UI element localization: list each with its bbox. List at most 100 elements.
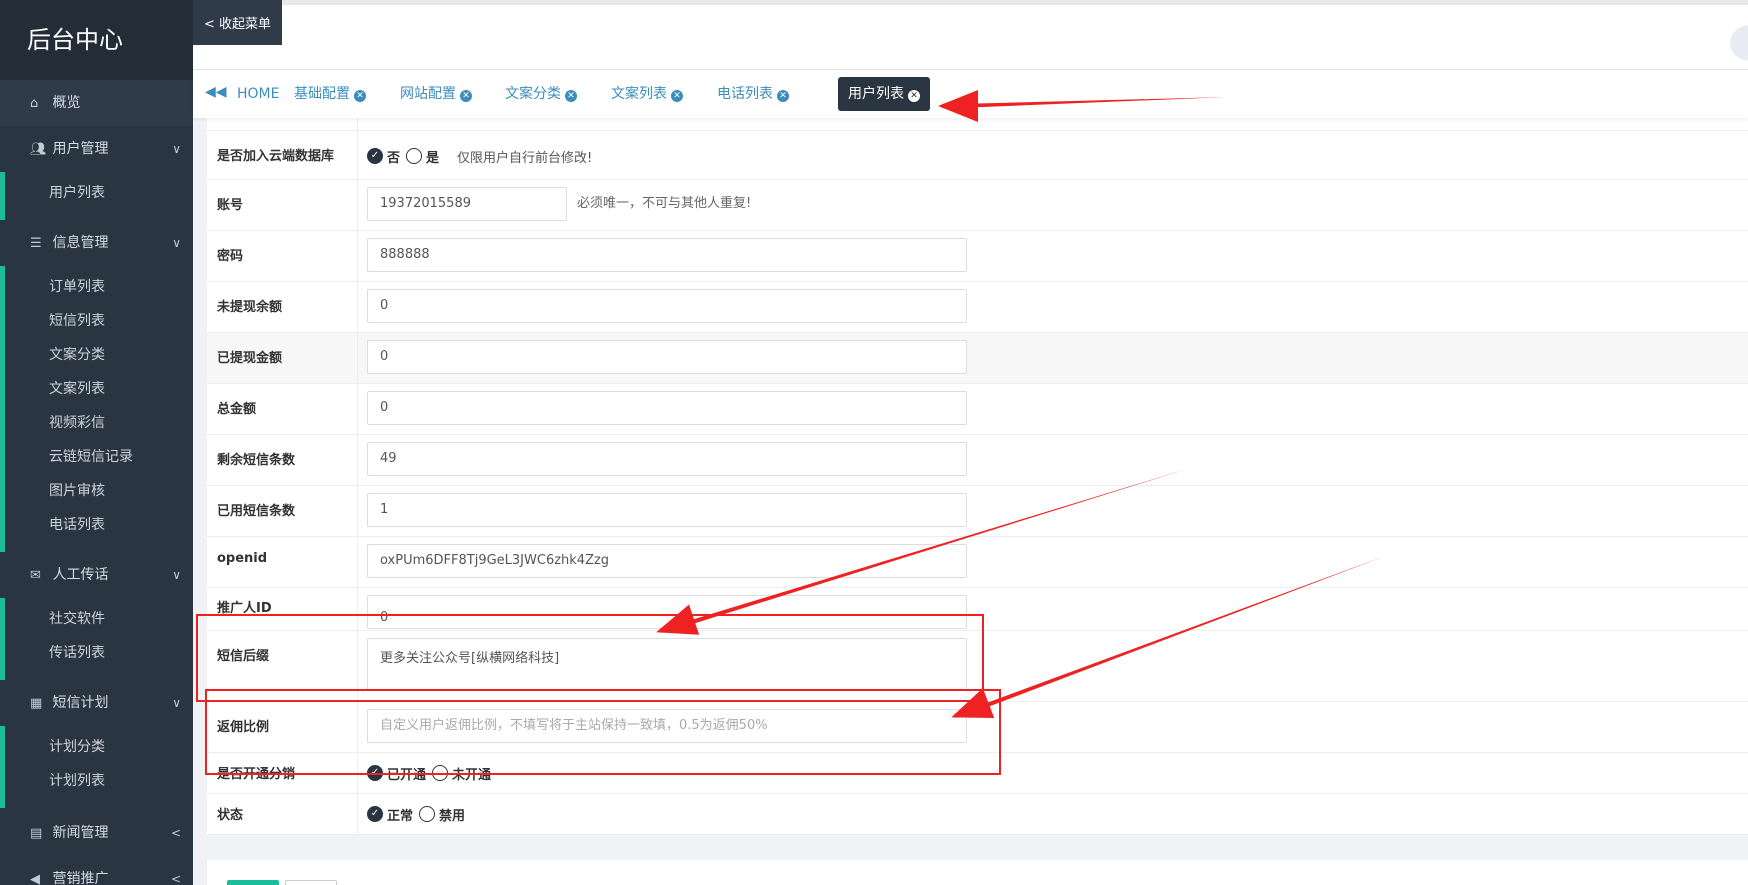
form-row-cloud: 是否加入云端数据库 ✓ 否 是 仅限用户自行前台修改! [207, 131, 1748, 180]
tab-label: 基础配置 [294, 86, 350, 102]
sidebar-item-video-mms[interactable]: 视频彩信 [0, 406, 193, 440]
sidebar-group-plan: ▦ 短信计划 ∨ 计划分类 计划列表 [0, 680, 193, 808]
sidebar-item-social[interactable]: 社交软件 [0, 602, 193, 636]
tab-label: 文案列表 [611, 86, 667, 102]
sidebar: 后台中心 ⌂ 概览 👥︎ 用户管理 ∨ 用户列表 ☰ 信息管理 ∨ 订单列表 短… [0, 0, 193, 885]
sidebar-item-plan-list[interactable]: 计划列表 [0, 764, 193, 798]
user-avatar[interactable] [1730, 25, 1748, 61]
sidebar-item-copy-list[interactable]: 文案列表 [0, 372, 193, 406]
sidebar-item-image-review[interactable]: 图片审核 [0, 474, 193, 508]
openid-label: openid [207, 537, 358, 587]
sidebar-item-marketing[interactable]: ◀ 营销推广 < [0, 856, 193, 885]
sidebar-group-header-plan[interactable]: ▦ 短信计划 ∨ [0, 680, 193, 726]
top-bar [193, 0, 1748, 70]
sidebar-group-info: ☰ 信息管理 ∨ 订单列表 短信列表 文案分类 文案列表 视频彩信 云链短信记录… [0, 220, 193, 552]
tab-bar: ◀◀ HOME 基础配置 ✕ 网站配置 ✕ 文案分类 ✕ 文案列表 ✕ 电话列表 ✕ 用户… [193, 70, 1748, 118]
radio-empty-icon [406, 148, 423, 164]
sidebar-group-header-relay[interactable]: ✉ 人工传话 ∨ [0, 552, 193, 598]
sidebar-item-phone-list[interactable]: 电话列表 [0, 508, 193, 542]
tab-label: 文案分类 [505, 86, 561, 102]
sms-left-input[interactable]: 49 [367, 442, 967, 476]
form-row-sms-left: 剩余短信条数 49 [207, 435, 1748, 486]
envelope-icon: ✉ [30, 568, 41, 583]
chevron-left-icon: < [170, 826, 181, 840]
close-icon[interactable]: ✕ [908, 90, 920, 102]
form-row-withdrawn: 已提现金额 0 [207, 333, 1748, 384]
chevron-down-icon: ∨ [172, 236, 181, 250]
sidebar-group-header-info[interactable]: ☰ 信息管理 ∨ [0, 220, 193, 266]
account-hint: 必须唯一，不可与其他人重复! [577, 196, 752, 211]
cloud-option-no[interactable]: ✓ 否 [367, 147, 400, 166]
sidebar-item-orders[interactable]: 订单列表 [0, 270, 193, 304]
submit-button[interactable] [227, 880, 279, 885]
openid-input[interactable]: oxPUm6DFF8Tj9GeL3JWC6zhk4Zzg [367, 544, 967, 578]
sidebar-item-label: 新闻管理 [52, 825, 109, 841]
status-option-disabled[interactable]: 禁用 [419, 805, 465, 824]
sidebar-group-relay: ✉ 人工传话 ∨ 社交软件 传话列表 [0, 552, 193, 680]
sidebar-item-relay-list[interactable]: 传话列表 [0, 636, 193, 670]
sidebar-group-header-users[interactable]: 👥︎ 用户管理 ∨ [0, 126, 193, 172]
unwithdrawn-label: 未提现余额 [207, 282, 358, 332]
collapse-menu-button[interactable]: < 收起菜单 [193, 0, 282, 45]
form-row-status: 状态 ✓ 正常 禁用 [207, 794, 1748, 835]
brand-title: 后台中心 [0, 0, 193, 80]
close-icon[interactable]: ✕ [777, 90, 789, 102]
form-row-sms-used: 已用短信条数 1 [207, 486, 1748, 537]
tab-copy-category[interactable]: 文案分类 ✕ [495, 77, 587, 111]
sms-left-label: 剩余短信条数 [207, 435, 358, 485]
sidebar-item-copy-category[interactable]: 文案分类 [0, 338, 193, 372]
sidebar-group-users: 👥︎ 用户管理 ∨ 用户列表 [0, 126, 193, 220]
sidebar-item-sms[interactable]: 短信列表 [0, 304, 193, 338]
sidebar-item-news[interactable]: ▤ 新闻管理 < [0, 810, 193, 856]
account-input[interactable]: 19372015589 [367, 187, 567, 221]
home-icon: ⌂ [30, 96, 39, 111]
sidebar-item-cloud-sms-log[interactable]: 云链短信记录 [0, 440, 193, 474]
sidebar-item-label: 概览 [52, 95, 81, 111]
cloud-note: 仅限用户自行前台修改! [457, 150, 593, 166]
total-label: 总金额 [207, 384, 358, 434]
newspaper-icon: ▤ [30, 826, 43, 841]
sms-used-input[interactable]: 1 [367, 493, 967, 527]
list-icon: ☰ [30, 236, 42, 251]
close-icon[interactable]: ✕ [354, 90, 366, 102]
sidebar-item-user-list[interactable]: 用户列表 [0, 176, 193, 210]
sms-used-label: 已用短信条数 [207, 486, 358, 536]
tab-scroll-left-icon[interactable]: ◀◀ [205, 84, 227, 100]
radio-checked-icon: ✓ [367, 806, 383, 822]
sidebar-item-plan-category[interactable]: 计划分类 [0, 730, 193, 764]
tab-user-list[interactable]: 用户列表 ✕ [838, 77, 930, 111]
total-input[interactable]: 0 [367, 391, 967, 425]
status-option-normal[interactable]: ✓ 正常 [367, 805, 413, 824]
close-icon[interactable]: ✕ [565, 90, 577, 102]
sidebar-item-label: 营销推广 [52, 871, 109, 885]
sidebar-item-label: 短信计划 [52, 695, 109, 711]
close-icon[interactable]: ✕ [460, 90, 472, 102]
reset-button[interactable] [285, 880, 337, 885]
annotation-box-rebate [205, 689, 1001, 775]
status-radio-group: ✓ 正常 禁用 [367, 800, 471, 828]
account-label: 账号 [207, 180, 358, 230]
tab-basic-config[interactable]: 基础配置 ✕ [284, 77, 376, 111]
form-row-password: 密码 888888 [207, 231, 1748, 282]
unwithdrawn-input[interactable]: 0 [367, 289, 967, 323]
form-row-account: 账号 19372015589 必须唯一，不可与其他人重复! [207, 180, 1748, 231]
password-label: 密码 [207, 231, 358, 281]
form-row-openid: openid oxPUm6DFF8Tj9GeL3JWC6zhk4Zzg [207, 537, 1748, 588]
tab-home[interactable]: HOME [227, 77, 289, 111]
chevron-down-icon: ∨ [172, 568, 181, 582]
tab-site-config[interactable]: 网站配置 ✕ [390, 77, 482, 111]
tab-label: 用户列表 [848, 86, 904, 102]
tab-copy-list[interactable]: 文案列表 ✕ [601, 77, 693, 111]
calendar-icon: ▦ [30, 696, 43, 711]
withdrawn-input[interactable]: 0 [367, 340, 967, 374]
tab-phone-list[interactable]: 电话列表 ✕ [707, 77, 799, 111]
password-input[interactable]: 888888 [367, 238, 967, 272]
tab-label: 电话列表 [717, 86, 773, 102]
sidebar-item-overview[interactable]: ⌂ 概览 [0, 80, 193, 126]
status-label: 状态 [207, 794, 358, 834]
users-icon: 👥︎ [30, 142, 47, 157]
cloud-option-yes[interactable]: 是 [406, 147, 439, 166]
form-actions [207, 860, 1748, 885]
tab-label: HOME [237, 86, 280, 102]
close-icon[interactable]: ✕ [671, 90, 683, 102]
